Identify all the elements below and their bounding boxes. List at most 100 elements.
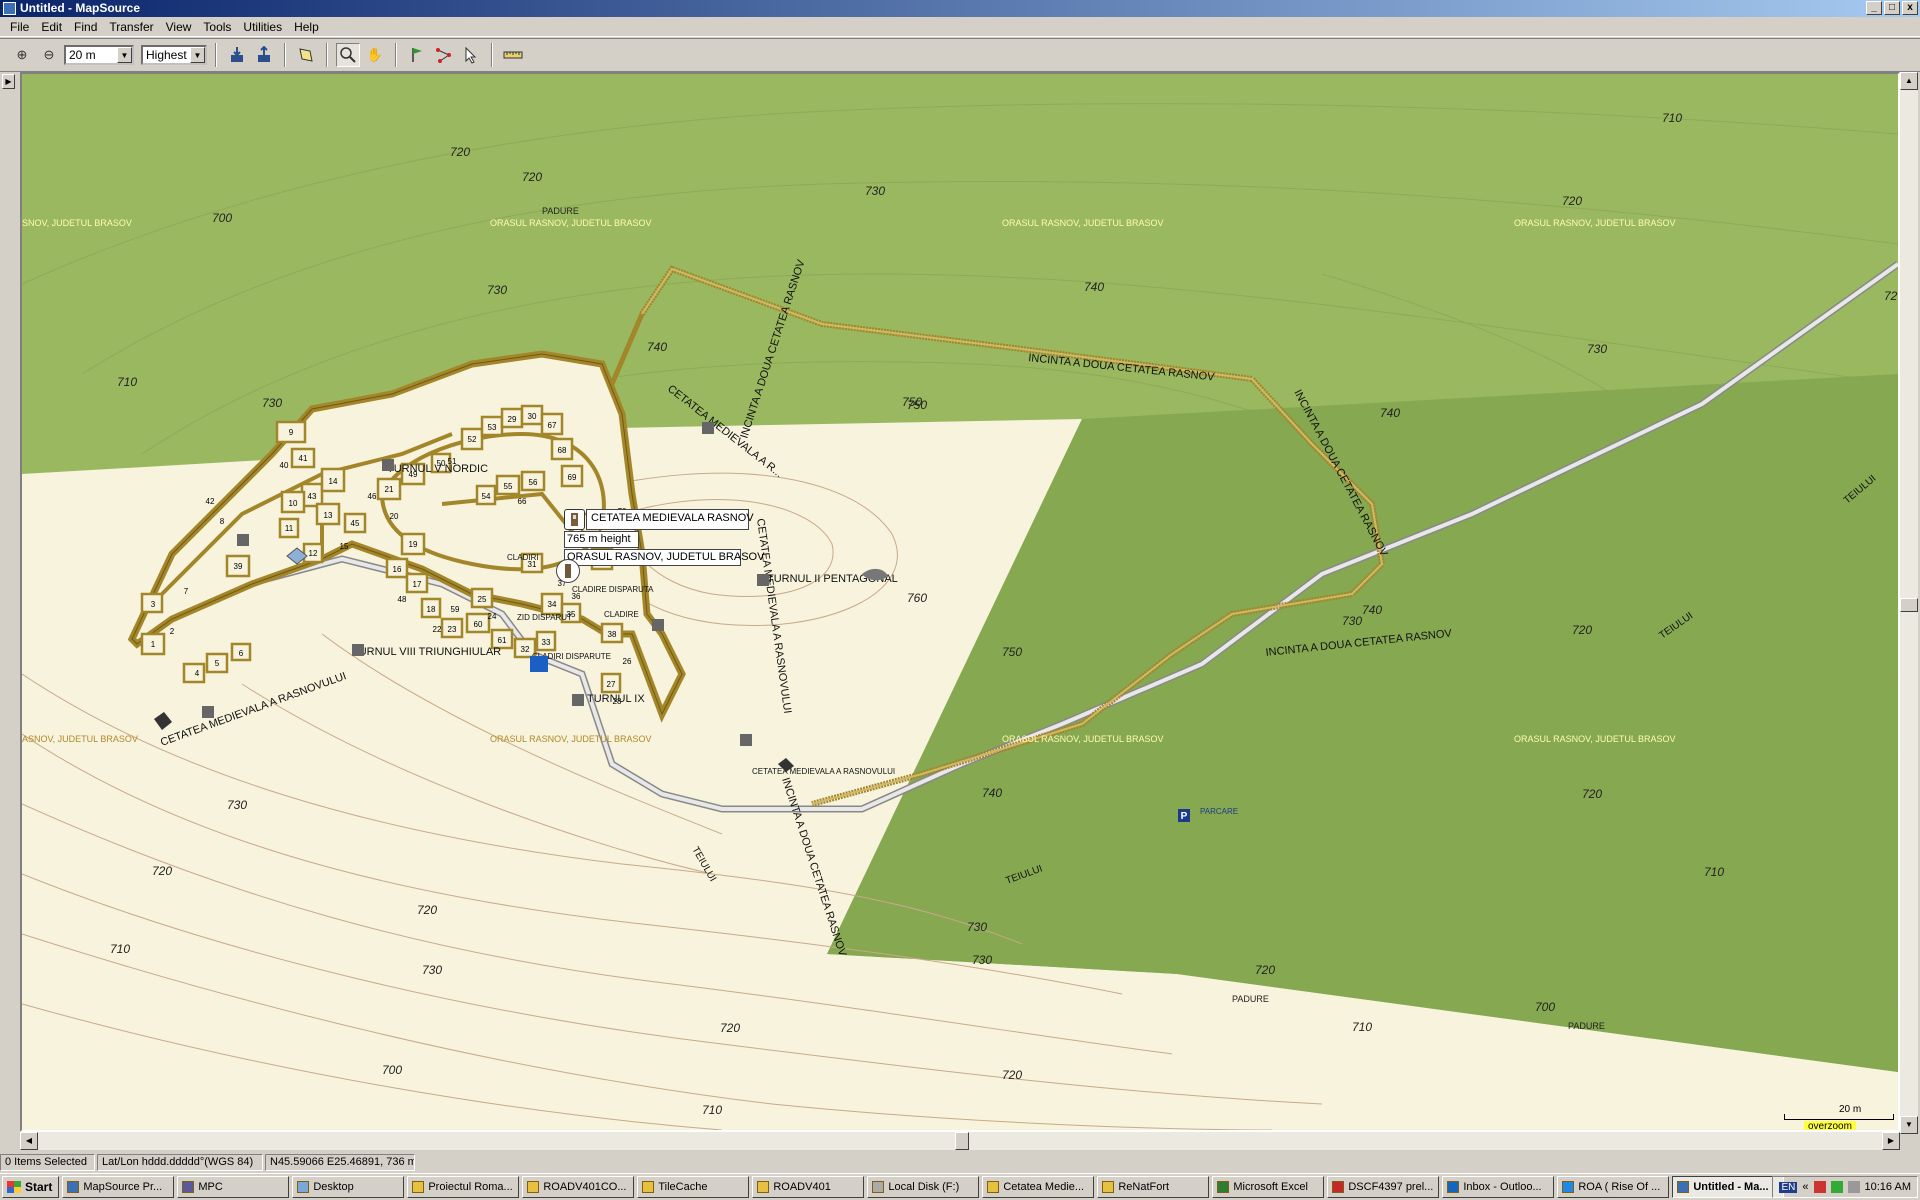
waypoint-tool-icon[interactable]	[405, 43, 429, 67]
disk-icon	[872, 1181, 885, 1193]
menu-tools[interactable]: Tools	[197, 20, 237, 34]
taskbar-item[interactable]: Local Disk (F:)	[867, 1176, 980, 1198]
tower-icon[interactable]	[740, 734, 752, 746]
menu-file[interactable]: File	[4, 20, 35, 34]
hand-pan-tool-icon[interactable]: ✋	[363, 43, 387, 67]
menu-utilities[interactable]: Utilities	[237, 20, 288, 34]
taskbar-item[interactable]: MapSource Pr...	[62, 1176, 175, 1198]
taskbar-item[interactable]: Inbox - Outloo...	[1442, 1176, 1555, 1198]
taskbar-item-label: Cetatea Medie...	[1003, 1181, 1085, 1193]
zoom-out-icon[interactable]: ⊖	[37, 43, 61, 67]
taskbar-item[interactable]: MPC	[177, 1176, 290, 1198]
contour-label: 720	[1582, 787, 1602, 801]
menu-transfer[interactable]: Transfer	[103, 20, 159, 34]
tower-icon[interactable]	[652, 619, 664, 631]
detail-level-value: Highest	[146, 48, 187, 62]
tray-antivirus-icon[interactable]	[1813, 1181, 1826, 1193]
tooltip-title: CETATEA MEDIEVALA RASNOV	[586, 509, 754, 530]
map-view[interactable]: 9 41 40 43 14 13 45 10 11 12 15 39 1 7 8…	[20, 72, 1900, 1132]
building-number: 42	[206, 497, 215, 506]
language-indicator[interactable]: EN	[1779, 1181, 1798, 1193]
taskbar-item-label: ROADV401	[773, 1181, 831, 1193]
taskbar-item-label: Desktop	[313, 1181, 354, 1193]
chevron-down-icon[interactable]: ▼	[190, 47, 205, 63]
map-select-tool-icon[interactable]	[294, 43, 318, 67]
fortress-marker-icon[interactable]	[556, 559, 580, 583]
map-canvas[interactable]: 9 41 40 43 14 13 45 10 11 12 15 39 1 7 8…	[22, 74, 1898, 1130]
taskbar-item[interactable]: DSCF4397 prel...	[1327, 1176, 1440, 1198]
taskbar-item[interactable]: TileCache	[637, 1176, 750, 1198]
contour-label: 760	[907, 591, 927, 605]
building-number: 6	[239, 649, 244, 658]
zoom-tool-icon[interactable]	[336, 43, 360, 67]
horizontal-scrollbar[interactable]: ◀ ▶	[20, 1132, 1900, 1150]
menu-bar: File Edit Find Transfer View Tools Utili…	[0, 17, 1920, 37]
chevron-down-icon[interactable]: ▼	[117, 47, 132, 63]
horizontal-scroll-thumb[interactable]	[955, 1132, 969, 1150]
building-number: 66	[518, 497, 527, 506]
building-number: 15	[340, 542, 349, 551]
zoom-scale-select[interactable]: 20 m ▼	[64, 45, 134, 65]
tower-icon[interactable]	[572, 694, 584, 706]
vertical-scroll-thumb[interactable]	[1900, 598, 1918, 612]
send-to-device-icon[interactable]	[252, 43, 276, 67]
route-tool-icon[interactable]	[432, 43, 456, 67]
scroll-right-arrow-icon[interactable]: ▶	[1882, 1132, 1900, 1150]
toolbar-separator	[215, 43, 217, 67]
tray-expand-icon[interactable]: «	[1802, 1181, 1808, 1193]
contour-label: 730	[262, 396, 282, 410]
scroll-left-arrow-icon[interactable]: ◀	[20, 1132, 38, 1150]
taskbar-item[interactable]: ROADV401CO...	[522, 1176, 635, 1198]
expand-panel-arrow-icon[interactable]: ▶	[2, 74, 15, 89]
distance-ruler-icon[interactable]	[501, 43, 525, 67]
close-button[interactable]: x	[1902, 1, 1918, 15]
maximize-button[interactable]: □	[1884, 1, 1900, 15]
cladire-label: CLADIRE	[604, 610, 639, 619]
contour-label: 730	[972, 953, 992, 967]
receive-from-device-icon[interactable]	[225, 43, 249, 67]
building-number: 12	[309, 549, 318, 558]
taskbar-item[interactable]: Cetatea Medie...	[982, 1176, 1095, 1198]
menu-find[interactable]: Find	[68, 20, 103, 34]
tower-icon[interactable]	[237, 534, 249, 546]
tray-volume-icon[interactable]	[1847, 1181, 1860, 1193]
taskbar-item[interactable]: Microsoft Excel	[1212, 1176, 1325, 1198]
info-icon[interactable]	[530, 656, 548, 672]
minimize-button[interactable]: _	[1866, 1, 1882, 15]
tower-icon[interactable]	[757, 574, 769, 586]
selection-arrow-icon[interactable]	[459, 43, 483, 67]
scroll-down-arrow-icon[interactable]: ▼	[1900, 1116, 1918, 1134]
tower-icon[interactable]	[702, 422, 714, 434]
building-number: 48	[398, 595, 407, 604]
taskbar-item[interactable]: ROADV401	[752, 1176, 865, 1198]
building-number: 38	[608, 630, 617, 639]
scroll-up-arrow-icon[interactable]: ▲	[1900, 72, 1918, 90]
tower-icon[interactable]	[352, 644, 364, 656]
detail-level-select[interactable]: Highest ▼	[141, 45, 207, 65]
taskbar-item[interactable]: Proiectul Roma...	[407, 1176, 520, 1198]
menu-view[interactable]: View	[160, 20, 198, 34]
vertical-scrollbar[interactable]: ▲ ▼	[1900, 72, 1918, 1134]
taskbar-item[interactable]: ReNatFort	[1097, 1176, 1210, 1198]
cetatea-small-label: CETATEA MEDIEVALA A RASNOVULUI	[752, 767, 895, 776]
building-number: 27	[607, 680, 616, 689]
start-button[interactable]: Start	[2, 1176, 60, 1198]
taskbar-item-label: Local Disk (F:)	[888, 1181, 960, 1193]
fortress-poi-icon[interactable]	[564, 509, 585, 530]
tower-icon[interactable]	[382, 459, 394, 471]
zid-label: ZID DISPARUT	[517, 613, 572, 622]
taskbar-item[interactable]: Desktop	[292, 1176, 405, 1198]
menu-help[interactable]: Help	[288, 20, 325, 34]
zoom-in-icon[interactable]: ⊕	[10, 43, 34, 67]
clock[interactable]: 10:16 AM	[1865, 1181, 1911, 1193]
zoom-scale-value: 20 m	[69, 48, 96, 62]
folder-icon	[757, 1181, 770, 1193]
tower-icon[interactable]	[202, 706, 214, 718]
taskbar-item-label: Proiectul Roma...	[428, 1181, 513, 1193]
parking-icon-symbol: P	[1181, 811, 1188, 822]
contour-label: 710	[1662, 111, 1682, 125]
taskbar-item-active[interactable]: Untitled - Ma...	[1672, 1176, 1785, 1198]
tray-network-icon[interactable]	[1830, 1181, 1843, 1193]
taskbar-item[interactable]: ROA ( Rise Of ...	[1557, 1176, 1670, 1198]
menu-edit[interactable]: Edit	[35, 20, 68, 34]
